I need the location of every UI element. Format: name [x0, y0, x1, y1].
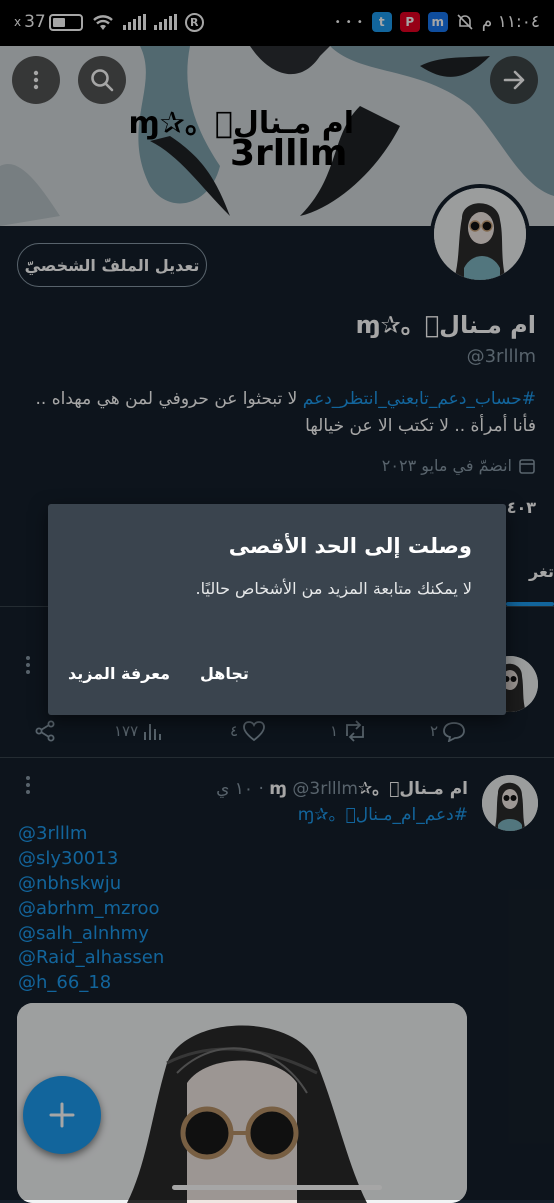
ignore-button[interactable]: تجاهل	[200, 664, 249, 683]
follow-limit-dialog: وصلت إلى الحد الأقصى لا يمكنك متابعة الم…	[48, 504, 506, 715]
dialog-message: لا يمكنك متابعة المزيد من الأشخاص حاليًا…	[195, 579, 472, 598]
dialog-title: وصلت إلى الحد الأقصى	[228, 534, 472, 558]
learn-more-button[interactable]: معرفة المزيد	[68, 664, 170, 683]
